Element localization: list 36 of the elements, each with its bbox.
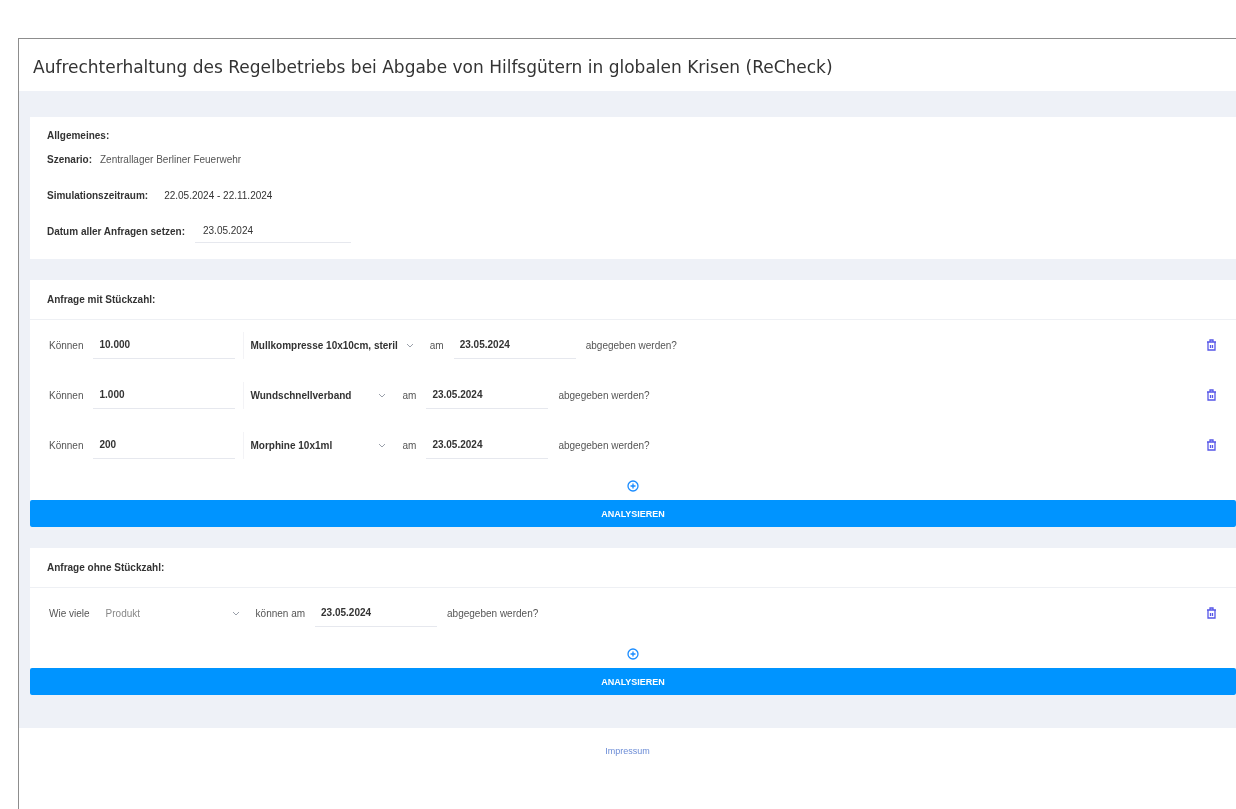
row-label: Wie viele xyxy=(49,607,90,619)
row-label: abgegeben werden? xyxy=(447,607,539,619)
section-heading: Anfrage mit Stückzahl: xyxy=(30,280,1236,320)
row-label: können am xyxy=(255,607,306,619)
delete-icon[interactable] xyxy=(1206,439,1217,451)
add-icon[interactable] xyxy=(627,480,639,492)
field-value: 22.05.2024 - 22.11.2024 xyxy=(164,189,273,201)
field-value: Zentrallager Berliner Feuerwehr xyxy=(100,153,242,165)
row-label: am xyxy=(402,439,417,451)
product-dropdown[interactable]: Mullkompresse 10x10cm, steril xyxy=(243,331,420,359)
delete-icon[interactable] xyxy=(1206,607,1217,619)
product-dropdown[interactable]: Wundschnellverband xyxy=(243,381,393,409)
row-label: Können xyxy=(49,439,84,451)
caret-icon xyxy=(231,610,240,616)
add-icon[interactable] xyxy=(627,648,639,660)
field-label: Datum aller Anfragen setzen: xyxy=(47,225,185,237)
page-title: Aufrechterhaltung des Regelbetriebs bei Abgabe von Hilfsgütern in globalen Krisen (ReCheck) xyxy=(32,56,834,79)
product-dropdown[interactable]: Produkt xyxy=(99,599,246,627)
row-label: Können xyxy=(49,389,84,401)
row-label: am xyxy=(429,339,444,351)
row-label: abgegeben werden? xyxy=(558,389,650,401)
row-label: am xyxy=(402,389,417,401)
caret-icon xyxy=(378,392,387,398)
caret-icon xyxy=(405,342,414,348)
delete-icon[interactable] xyxy=(1206,339,1217,351)
field-label: Simulationszeitraum: xyxy=(47,189,149,201)
section-heading: Allgemeines: xyxy=(47,130,111,141)
caret-icon xyxy=(378,442,387,448)
row-label: abgegeben werden? xyxy=(585,339,677,351)
section-heading: Anfrage ohne Stückzahl: xyxy=(30,548,1236,588)
delete-icon[interactable] xyxy=(1206,389,1217,401)
field-label: Szenario: xyxy=(47,153,92,165)
row-label: abgegeben werden? xyxy=(558,439,650,451)
product-dropdown[interactable]: Morphine 10x1ml xyxy=(243,431,393,459)
row-label: Können xyxy=(49,339,84,351)
imprint-link[interactable]: Impressum xyxy=(605,746,650,756)
